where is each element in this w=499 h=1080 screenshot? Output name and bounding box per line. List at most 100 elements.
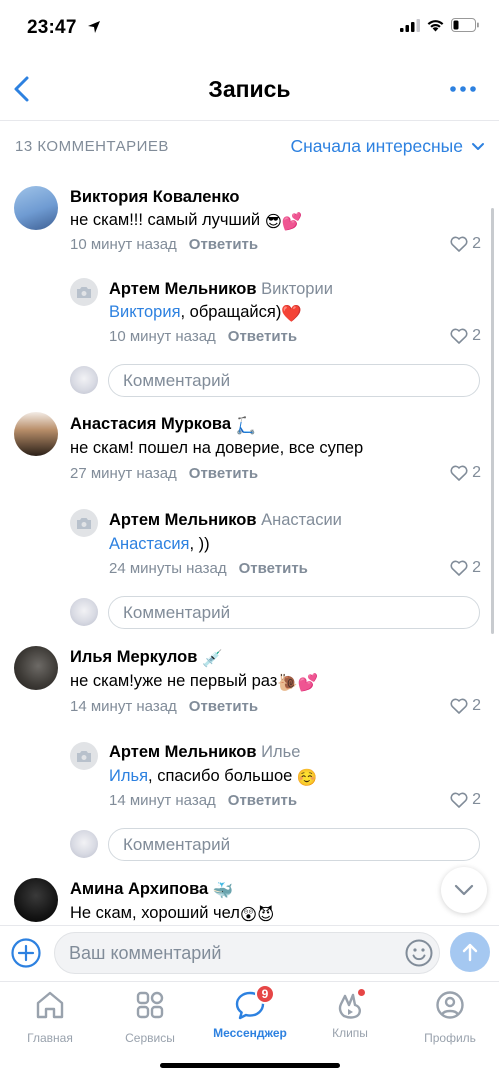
reply-button[interactable]: Ответить xyxy=(239,560,308,577)
comment-emoji: 😎💕 xyxy=(264,213,303,231)
reply-text: Виктория, обращайся)❤️ xyxy=(109,303,302,323)
send-button[interactable] xyxy=(450,932,490,972)
clips-icon-wrap xyxy=(333,988,367,1022)
add-attachment-icon[interactable] xyxy=(10,937,42,969)
new-clips-dot xyxy=(358,989,365,996)
avatar xyxy=(70,598,98,626)
author-emoji: 🐳 xyxy=(212,882,234,900)
reply-author[interactable]: Артем Мельников Виктории xyxy=(109,280,333,299)
tab-clips[interactable]: Клипы xyxy=(300,988,400,1040)
reply-button[interactable]: Ответить xyxy=(189,698,258,715)
reply-time: 14 минут назад xyxy=(109,792,216,809)
reply-button[interactable]: Ответить xyxy=(189,465,258,482)
comment-author[interactable]: Илья Меркулов 💉 xyxy=(70,648,223,669)
arrow-up-icon xyxy=(462,943,478,962)
reply-text: Илья, спасибо большое ☺️ xyxy=(109,767,318,787)
like-count: 2 xyxy=(472,235,481,252)
avatar[interactable] xyxy=(14,646,58,690)
comment-text: не скам!!! самый лучший 😎💕 xyxy=(70,211,303,231)
reply-button[interactable]: Ответить xyxy=(189,236,258,253)
comment-input[interactable]: Комментарий xyxy=(108,596,480,629)
avatar[interactable] xyxy=(14,878,58,922)
comment-time: 10 минут назад xyxy=(70,236,177,253)
scroll-down-button[interactable] xyxy=(441,867,487,913)
comment-input[interactable]: Комментарий xyxy=(108,364,480,397)
sort-order-dropdown[interactable]: Сначала интересные xyxy=(291,136,486,157)
reply-author[interactable]: Артем Мельников Илье xyxy=(109,743,300,762)
author-emoji: 💉 xyxy=(202,650,223,668)
status-bar: 23:47 xyxy=(0,0,499,56)
unread-badge: 9 xyxy=(255,984,275,1004)
scrollbar[interactable] xyxy=(491,208,494,634)
like-button[interactable]: 2 xyxy=(450,327,481,345)
tab-label: Клипы xyxy=(332,1026,368,1040)
comment-meta: 27 минут назад Ответить xyxy=(70,465,258,482)
reply-to: Анастасии xyxy=(261,511,342,529)
home-icon xyxy=(36,991,64,1019)
comment-author[interactable]: Анастасия Муркова 🛴 xyxy=(70,415,256,436)
tab-messenger[interactable]: 9 Мессенджер xyxy=(200,984,300,1040)
camera-icon xyxy=(77,750,91,762)
messenger-icon-wrap: 9 xyxy=(233,984,275,1022)
heart-icon xyxy=(450,792,468,808)
like-count: 2 xyxy=(472,464,481,481)
sort-order-label: Сначала интересные xyxy=(290,136,464,156)
tab-profile[interactable]: Профиль xyxy=(400,988,499,1045)
reply-author[interactable]: Артем Мельников Анастасии xyxy=(109,511,342,530)
mention-link[interactable]: Анастасия xyxy=(109,535,190,553)
reply-meta: 24 минуты назад Ответить xyxy=(109,560,308,577)
like-button[interactable]: 2 xyxy=(450,235,481,253)
like-count: 2 xyxy=(472,791,481,808)
heart-icon xyxy=(450,236,468,252)
comment-time: 14 минут назад xyxy=(70,698,177,715)
chevron-down-icon xyxy=(472,142,484,150)
comment-meta: 10 минут назад Ответить xyxy=(70,236,258,253)
avatar[interactable] xyxy=(14,186,58,230)
services-grid-icon xyxy=(136,991,164,1019)
tab-services[interactable]: Сервисы xyxy=(100,988,200,1045)
mention-link[interactable]: Илья xyxy=(109,767,148,785)
mention-link[interactable]: Виктория xyxy=(109,303,181,321)
smiley-icon[interactable] xyxy=(404,938,434,968)
avatar[interactable] xyxy=(14,412,58,456)
comment-text: не скам!уже не первый раз🐌💕 xyxy=(70,672,319,692)
comment-meta: 14 минут назад Ответить xyxy=(70,698,258,715)
tab-label: Профиль xyxy=(424,1031,476,1045)
like-button[interactable]: 2 xyxy=(450,464,481,482)
camera-icon xyxy=(77,517,91,529)
reply-button[interactable]: Ответить xyxy=(228,328,297,345)
composer-input[interactable]: Ваш комментарий xyxy=(54,932,440,974)
reply-emoji: ☺️ xyxy=(296,769,318,787)
like-count: 2 xyxy=(472,559,481,576)
like-button[interactable]: 2 xyxy=(450,559,481,577)
reply-time: 10 минут назад xyxy=(109,328,216,345)
comments-list: Виктория Коваленко не скам!!! самый лучш… xyxy=(0,168,499,925)
chevron-down-icon xyxy=(454,884,474,896)
like-button[interactable]: 2 xyxy=(450,697,481,715)
nav-header: Запись xyxy=(0,62,499,118)
heart-icon xyxy=(450,698,468,714)
avatar[interactable] xyxy=(70,278,98,306)
comment-author[interactable]: Амина Архипова 🐳 xyxy=(70,880,233,901)
like-count: 2 xyxy=(472,697,481,714)
header-divider xyxy=(0,120,499,121)
tab-home[interactable]: Главная xyxy=(0,988,100,1045)
comment-emoji: 🐌💕 xyxy=(277,674,319,692)
reply-meta: 14 минут назад Ответить xyxy=(109,792,297,809)
tab-label: Главная xyxy=(27,1031,73,1045)
avatar[interactable] xyxy=(70,509,98,537)
comment-composer: Ваш комментарий xyxy=(0,925,499,981)
page-title: Запись xyxy=(208,76,291,102)
like-button[interactable]: 2 xyxy=(450,791,481,809)
more-options-icon[interactable] xyxy=(449,78,477,100)
reply-button[interactable]: Ответить xyxy=(228,792,297,809)
profile-icon xyxy=(436,991,464,1019)
comments-sort-row: 13 КОММЕНТАРИЕВ Сначала интересные xyxy=(0,130,499,164)
comments-count: 13 КОММЕНТАРИЕВ xyxy=(15,138,169,155)
reply-text: Анастасия, )) xyxy=(109,535,210,553)
comment-text: Не скам, хороший чел😲😈 xyxy=(70,904,275,924)
comment-author[interactable]: Виктория Коваленко xyxy=(70,188,239,207)
comment-input[interactable]: Комментарий xyxy=(108,828,480,861)
reply-to: Илье xyxy=(261,743,301,761)
avatar[interactable] xyxy=(70,742,98,770)
